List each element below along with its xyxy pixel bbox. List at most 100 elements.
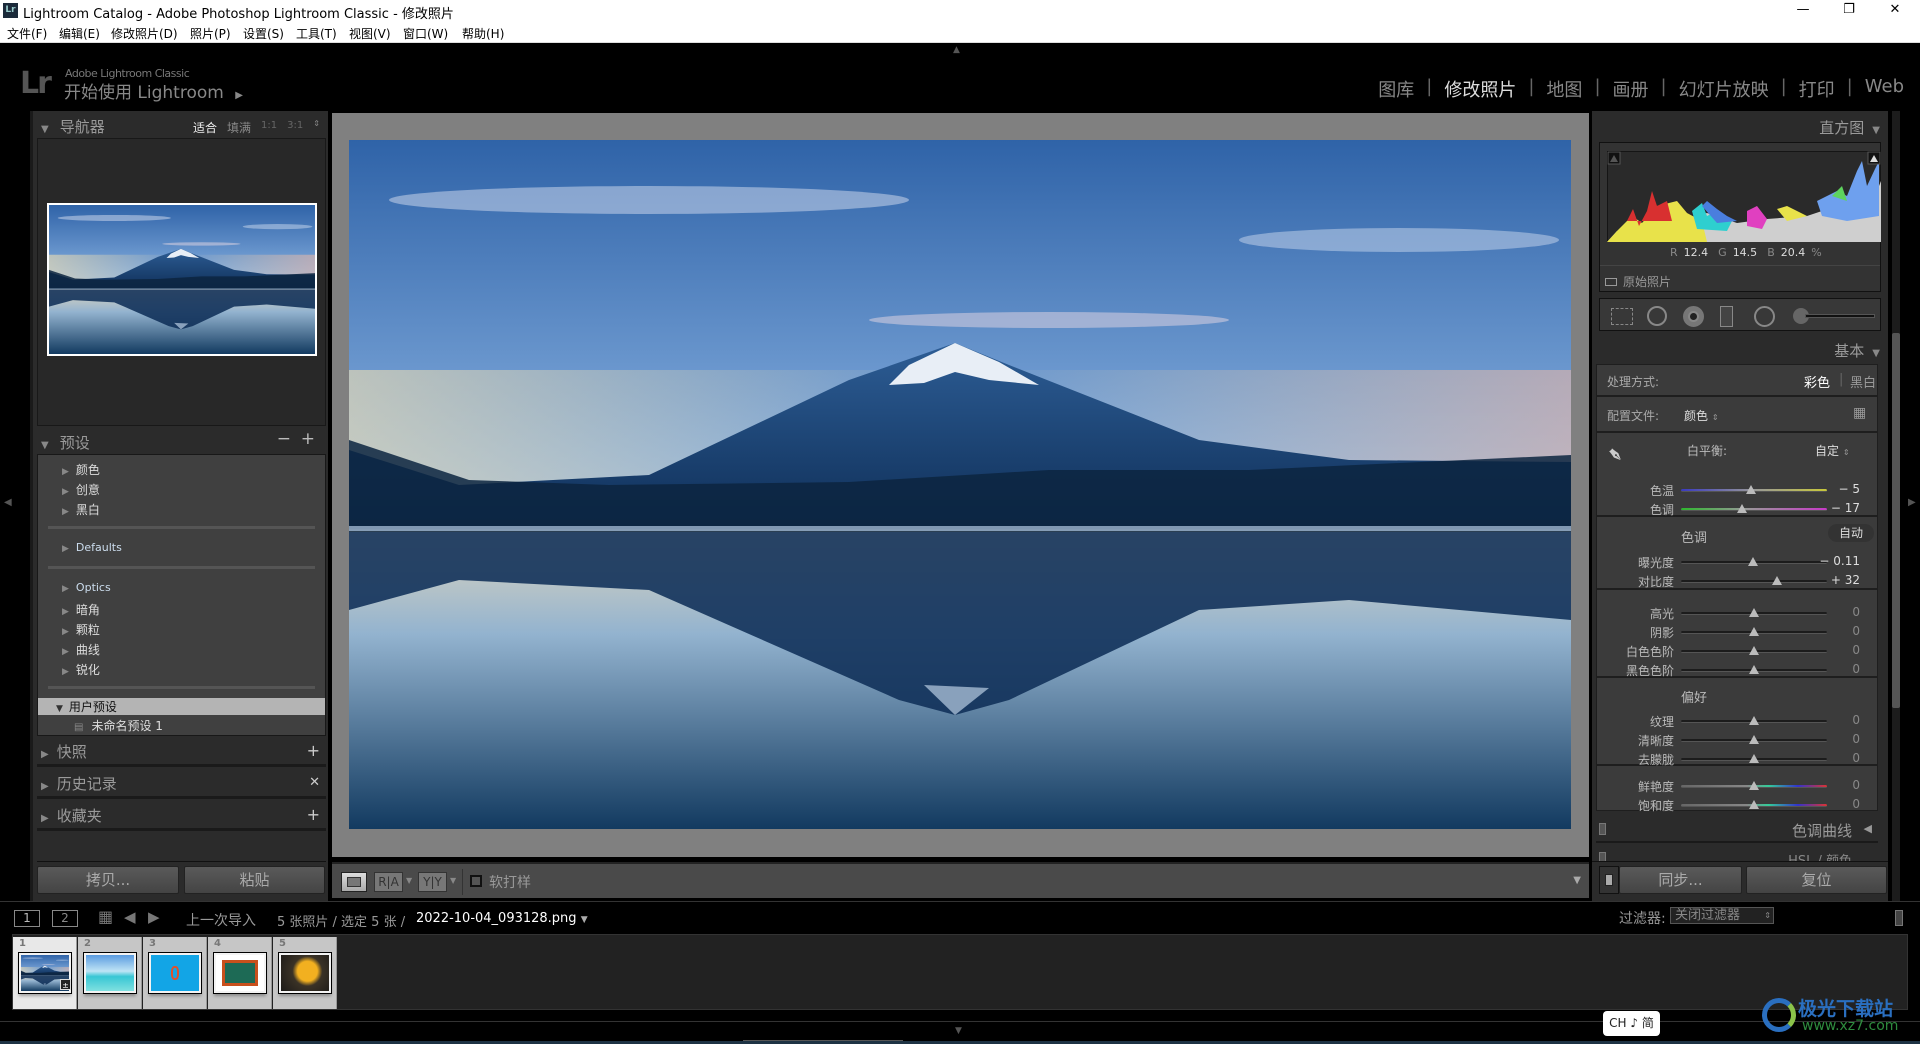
slider-thumb[interactable] <box>1747 557 1758 566</box>
slider-value[interactable]: 0 <box>1852 662 1860 676</box>
preset-item-user[interactable]: ▤ 未命名预设 1 <box>74 717 163 734</box>
scrollbar-thumb[interactable] <box>1892 333 1900 708</box>
navigator-header[interactable]: ▼ 导航器 <box>41 116 105 137</box>
preset-group-optics[interactable]: ▶ Optics <box>62 581 111 594</box>
zoom-3-1[interactable]: 3:1 <box>287 120 303 136</box>
filter-toggle[interactable] <box>1895 910 1903 926</box>
remove-preset-icon[interactable]: − <box>277 429 291 449</box>
preset-group-grain[interactable]: ▶ 颗粒 <box>62 621 100 638</box>
menu-edit[interactable]: 编辑(E) <box>59 25 100 42</box>
preset-group-bw[interactable]: ▶ 黑白 <box>62 501 100 518</box>
ime-indicator[interactable]: CH ♪ 简 <box>1603 1011 1660 1036</box>
treatment-bw-option[interactable]: 黑白 <box>1850 372 1876 391</box>
tone-curve-header[interactable]: 色调曲线 ◀ <box>1596 817 1878 843</box>
menu-photo[interactable]: 照片(P) <box>190 25 231 42</box>
back-arrow-icon[interactable]: ◀ <box>124 908 136 926</box>
filter-dropdown[interactable]: 关闭过滤器 ⇕ <box>1670 907 1774 924</box>
secondary-window-button[interactable]: 2 <box>52 910 78 927</box>
auto-sync-toggle[interactable] <box>1599 866 1619 894</box>
show-original-checkbox[interactable]: 原始照片 <box>1605 273 1671 290</box>
main-window-button[interactable]: 1 <box>14 910 40 927</box>
sync-button[interactable]: 同步... <box>1619 866 1742 894</box>
filmstrip-thumb[interactable]: 1 ± <box>13 937 77 1009</box>
menu-help[interactable]: 帮助(H) <box>462 25 504 42</box>
slider-value[interactable]: 0 <box>1852 778 1860 792</box>
collapse-bottom-icon[interactable]: ▼ <box>955 1026 962 1036</box>
slider-value[interactable]: 0 <box>1852 751 1860 765</box>
slider-thumb[interactable] <box>1746 485 1757 494</box>
radial-filter-icon[interactable] <box>1754 306 1775 327</box>
identity-tagline[interactable]: 开始使用 Lightroom ▶ <box>64 78 243 103</box>
dropdown-icon[interactable]: ▼ <box>450 876 456 885</box>
reset-button[interactable]: 复位 <box>1746 866 1887 894</box>
auto-tone-button[interactable]: 自动 <box>1828 524 1874 542</box>
forward-arrow-icon[interactable]: ▶ <box>148 908 160 926</box>
module-library[interactable]: 图库 <box>1366 76 1426 102</box>
wb-eyedropper-icon[interactable]: ✒ <box>1601 441 1630 470</box>
close-button[interactable]: ✕ <box>1872 0 1918 22</box>
collapse-left-icon[interactable]: ◀ <box>4 497 12 508</box>
zoom-1-1[interactable]: 1:1 <box>261 120 277 136</box>
slider-thumb[interactable] <box>1749 608 1759 617</box>
slider-value[interactable]: − 5 <box>1838 482 1860 496</box>
filmstrip-thumb[interactable]: 3 <box>143 937 207 1009</box>
zoom-fill[interactable]: 填满 <box>227 119 251 136</box>
slider-value[interactable]: 0 <box>1852 713 1860 727</box>
slider-thumb[interactable] <box>1749 754 1759 763</box>
add-preset-icon[interactable]: + <box>301 429 315 449</box>
add-snapshot-icon[interactable]: + <box>307 741 320 760</box>
paste-settings-button[interactable]: 粘贴 <box>184 866 325 894</box>
treatment-color-option[interactable]: 彩色 <box>1804 372 1830 391</box>
image-canvas[interactable] <box>332 113 1589 857</box>
dropdown-icon[interactable]: ▼ <box>406 876 412 885</box>
collapse-top-icon[interactable]: ▲ <box>953 45 960 55</box>
slider-track[interactable] <box>1681 580 1827 583</box>
filmstrip-source[interactable]: 上一次导入 <box>186 910 256 930</box>
slider-value[interactable]: 0 <box>1852 605 1860 619</box>
slider-thumb[interactable] <box>1749 716 1759 725</box>
module-book[interactable]: 画册 <box>1601 76 1661 102</box>
menu-window[interactable]: 窗口(W) <box>403 25 448 42</box>
module-web[interactable]: Web <box>1853 76 1904 102</box>
collapse-right-icon[interactable]: ▶ <box>1908 497 1916 508</box>
module-develop[interactable]: 修改照片 <box>1432 76 1528 102</box>
slider-thumb[interactable] <box>1749 800 1759 809</box>
before-after-left-right-button[interactable]: R|A <box>374 872 403 892</box>
right-panel-scrollbar[interactable] <box>1892 111 1900 901</box>
menu-file[interactable]: 文件(F) <box>7 25 47 42</box>
slider-thumb[interactable] <box>1749 646 1759 655</box>
histogram-header[interactable]: 直方图 ▼ <box>1819 117 1880 138</box>
zoom-stepper-icon[interactable]: ⇕ <box>313 119 320 136</box>
preset-group-vignette[interactable]: ▶ 暗角 <box>62 601 100 618</box>
filmstrip-filename[interactable]: 2022-10-04_093128.png ▼ <box>416 911 588 926</box>
toolbar-content-menu-icon[interactable]: ▼ <box>1573 875 1581 886</box>
grid-view-icon[interactable]: ▦ <box>98 907 113 926</box>
menu-settings[interactable]: 设置(S) <box>243 25 284 42</box>
menu-tools[interactable]: 工具(T) <box>296 25 337 42</box>
snapshots-header[interactable]: ▶ 快照 + <box>37 739 326 767</box>
restore-button[interactable]: ❐ <box>1826 0 1872 22</box>
crop-tool-icon[interactable] <box>1611 308 1633 325</box>
filmstrip-thumb[interactable]: 4 <box>208 937 272 1009</box>
red-eye-icon[interactable] <box>1683 306 1704 327</box>
preset-group-defaults[interactable]: ▶ Defaults <box>62 541 122 554</box>
copy-settings-button[interactable]: 拷贝... <box>37 866 179 894</box>
filmstrip-thumb[interactable]: 2 <box>78 937 142 1009</box>
clear-history-icon[interactable]: ✕ <box>309 775 320 790</box>
slider-value[interactable]: 0 <box>1852 732 1860 746</box>
loupe-view-button[interactable] <box>341 872 367 892</box>
slider-thumb[interactable] <box>1737 504 1748 513</box>
slider-value[interactable]: 0 <box>1852 643 1860 657</box>
minimize-button[interactable]: — <box>1780 0 1826 22</box>
slider-track[interactable] <box>1681 508 1827 511</box>
history-header[interactable]: ▶ 历史记录 ✕ <box>37 771 326 799</box>
module-slideshow[interactable]: 幻灯片放映 <box>1667 76 1781 102</box>
collections-header[interactable]: ▶ 收藏夹 + <box>37 803 326 831</box>
slider-thumb[interactable] <box>1772 576 1783 585</box>
graduated-filter-icon[interactable] <box>1720 306 1733 327</box>
panel-toggle-icon[interactable] <box>1599 823 1606 835</box>
slider-thumb[interactable] <box>1749 627 1759 636</box>
before-after-top-bottom-button[interactable]: Y|Y <box>418 872 447 892</box>
module-map[interactable]: 地图 <box>1534 76 1594 102</box>
hsl-header[interactable]: HSL / 颜色 <box>1596 849 1878 861</box>
